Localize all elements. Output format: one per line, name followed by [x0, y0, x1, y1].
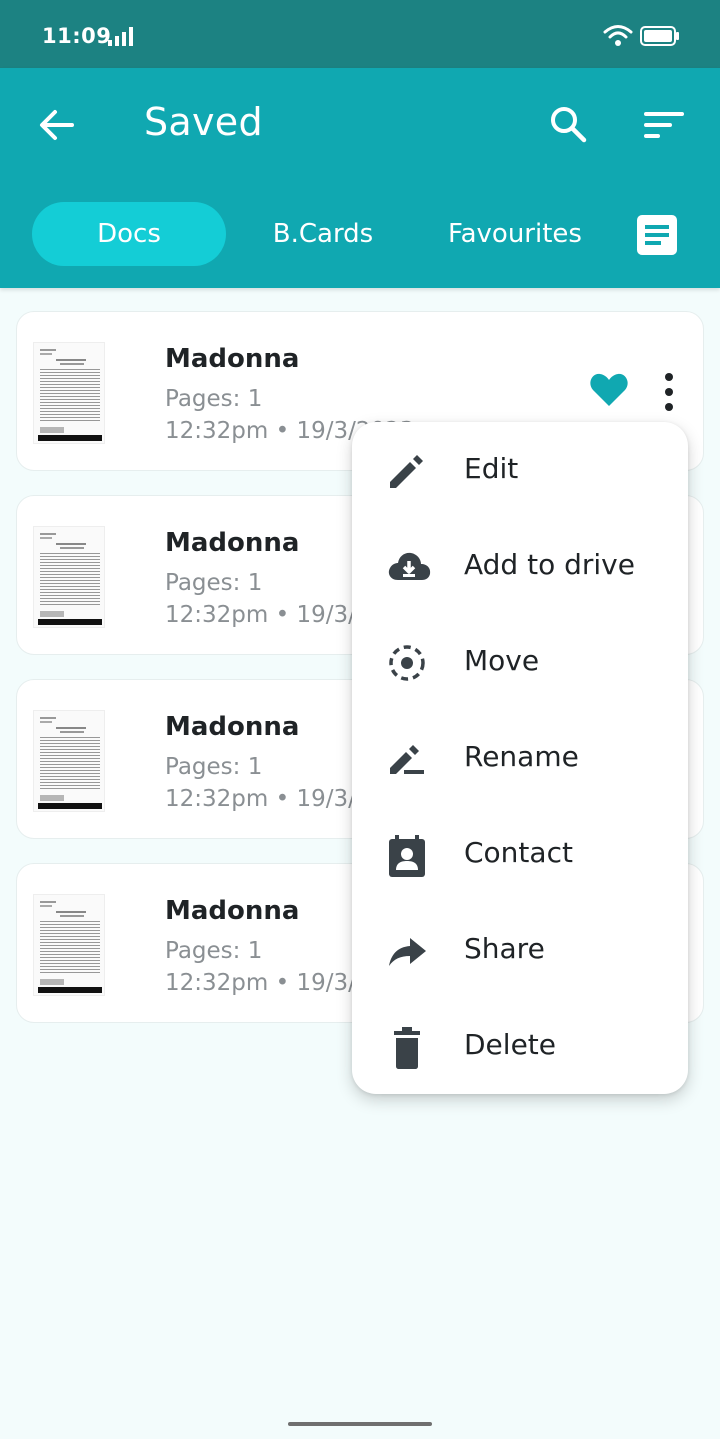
tab-docs[interactable]: Docs [32, 202, 226, 266]
tab-docs-label: Docs [97, 219, 161, 249]
doc-name: Madonna [165, 344, 300, 374]
notes-icon[interactable] [636, 214, 678, 260]
page-title: Saved [144, 100, 263, 144]
menu-item-label: Contact [464, 836, 573, 869]
tab-favourites[interactable]: Favourites [430, 202, 600, 266]
doc-thumbnail [33, 342, 105, 444]
sort-icon[interactable] [642, 110, 686, 144]
doc-thumbnail [33, 526, 105, 628]
search-icon[interactable] [548, 104, 588, 148]
more-vert-icon[interactable] [663, 372, 675, 416]
menu-item-label: Move [464, 644, 540, 677]
menu-item-label: Share [464, 932, 545, 965]
menu-item-move[interactable]: Move [352, 614, 688, 710]
contact-icon [386, 834, 428, 882]
menu-item-label: Add to drive [464, 548, 635, 581]
pencil-icon [386, 450, 428, 496]
doc-name: Madonna [165, 528, 300, 558]
tab-bcards-label: B.Cards [272, 219, 374, 249]
tab-bcards[interactable]: B.Cards [250, 202, 396, 266]
heart-icon[interactable] [589, 372, 629, 412]
doc-name: Madonna [165, 712, 300, 742]
doc-pages: Pages: 1 [165, 938, 263, 964]
context-menu: Edit Add to drive Move Rename Contact Sh… [352, 422, 688, 1094]
battery-icon [640, 26, 680, 50]
doc-thumbnail [33, 894, 105, 996]
menu-item-contact[interactable]: Contact [352, 806, 688, 902]
menu-item-label: Edit [464, 452, 519, 485]
menu-item-label: Rename [464, 740, 579, 773]
dashed-circle-icon [386, 642, 428, 688]
doc-pages: Pages: 1 [165, 386, 263, 412]
menu-item-share[interactable]: Share [352, 902, 688, 998]
status-time: 11:09 [42, 24, 112, 48]
status-bar: 11:09 [0, 0, 720, 68]
signal-icon [108, 26, 138, 50]
back-arrow-icon[interactable] [38, 108, 76, 146]
wifi-icon [603, 24, 633, 52]
doc-name: Madonna [165, 896, 300, 926]
home-indicator[interactable] [288, 1422, 432, 1426]
menu-item-add-to-drive[interactable]: Add to drive [352, 518, 688, 614]
cloud-download-icon [386, 546, 432, 592]
doc-pages: Pages: 1 [165, 754, 263, 780]
menu-item-label: Delete [464, 1028, 556, 1061]
rename-icon [386, 738, 428, 784]
trash-icon [386, 1026, 428, 1074]
menu-item-rename[interactable]: Rename [352, 710, 688, 806]
menu-item-edit[interactable]: Edit [352, 422, 688, 518]
doc-thumbnail [33, 710, 105, 812]
menu-item-delete[interactable]: Delete [352, 998, 688, 1094]
doc-pages: Pages: 1 [165, 570, 263, 596]
app-bar: Saved Docs B.Cards Favourites [0, 68, 720, 288]
share-arrow-icon [386, 930, 428, 976]
tab-favourites-label: Favourites [448, 219, 582, 249]
